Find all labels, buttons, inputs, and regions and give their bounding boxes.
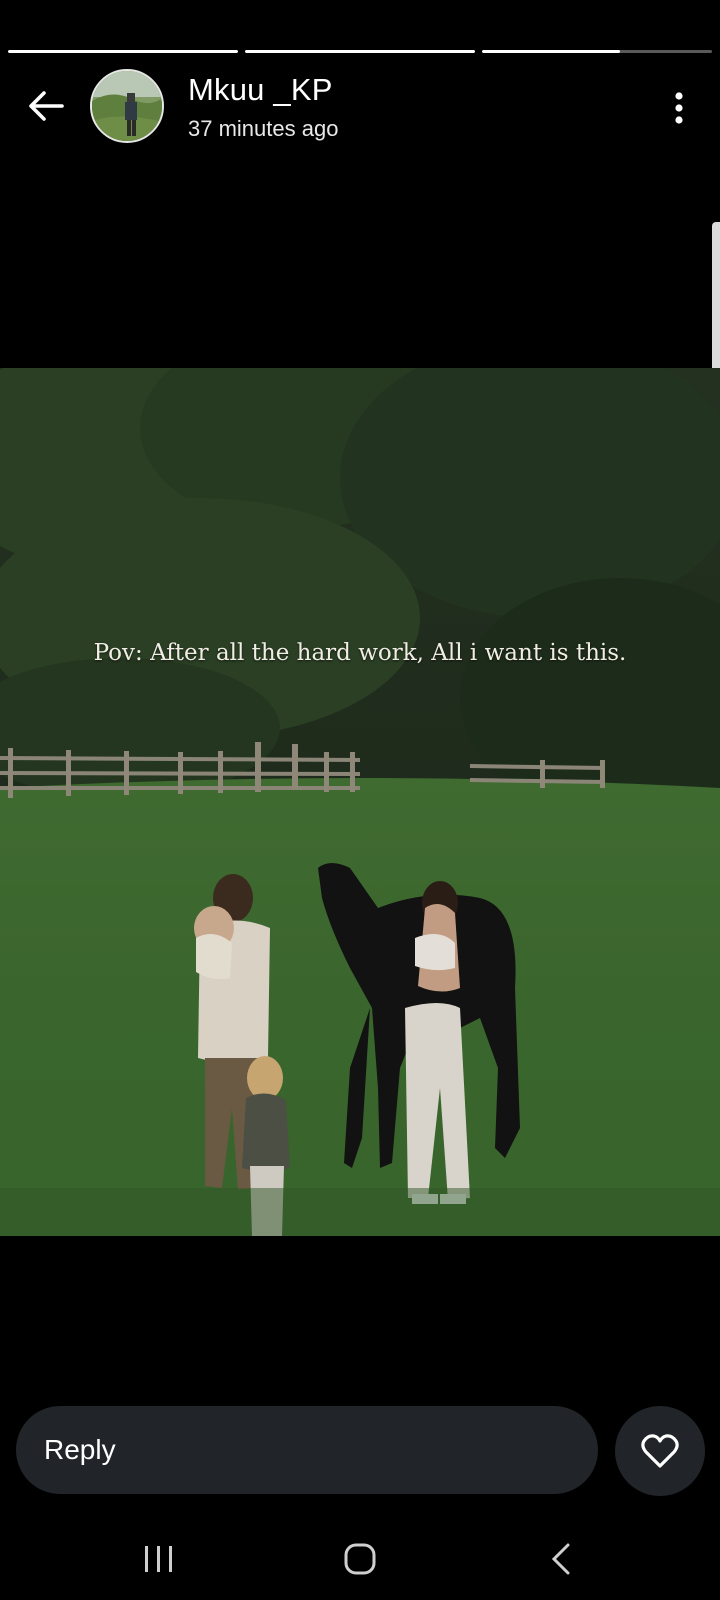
nav-back-button[interactable] <box>532 1538 592 1582</box>
home-icon <box>344 1543 376 1575</box>
reply-placeholder: Reply <box>44 1434 116 1465</box>
progress-segment-3 <box>482 50 712 53</box>
like-button[interactable] <box>615 1406 705 1496</box>
recent-apps-icon <box>145 1546 172 1572</box>
chevron-left-icon <box>551 1543 570 1575</box>
reply-input[interactable]: Reply <box>16 1406 598 1494</box>
progress-segment-2 <box>245 50 475 53</box>
recent-apps-button[interactable] <box>128 1538 188 1582</box>
more-vertical-icon <box>675 92 683 124</box>
avatar[interactable] <box>90 69 164 143</box>
progress-segment-1 <box>8 50 238 53</box>
story-progress <box>8 50 712 54</box>
back-arrow-icon <box>29 91 64 121</box>
story-caption: Pov: After all the hard work, All i want… <box>93 640 627 666</box>
system-nav-bar <box>0 1520 720 1600</box>
back-button[interactable] <box>24 84 68 128</box>
timestamp: 37 minutes ago <box>188 116 339 141</box>
username[interactable]: Mkuu _KP <box>188 72 333 108</box>
home-button[interactable] <box>330 1538 390 1582</box>
heart-icon <box>641 1434 679 1468</box>
story-image: Pov: After all the hard work, All i want… <box>0 368 720 1236</box>
more-options-button[interactable] <box>664 88 694 128</box>
